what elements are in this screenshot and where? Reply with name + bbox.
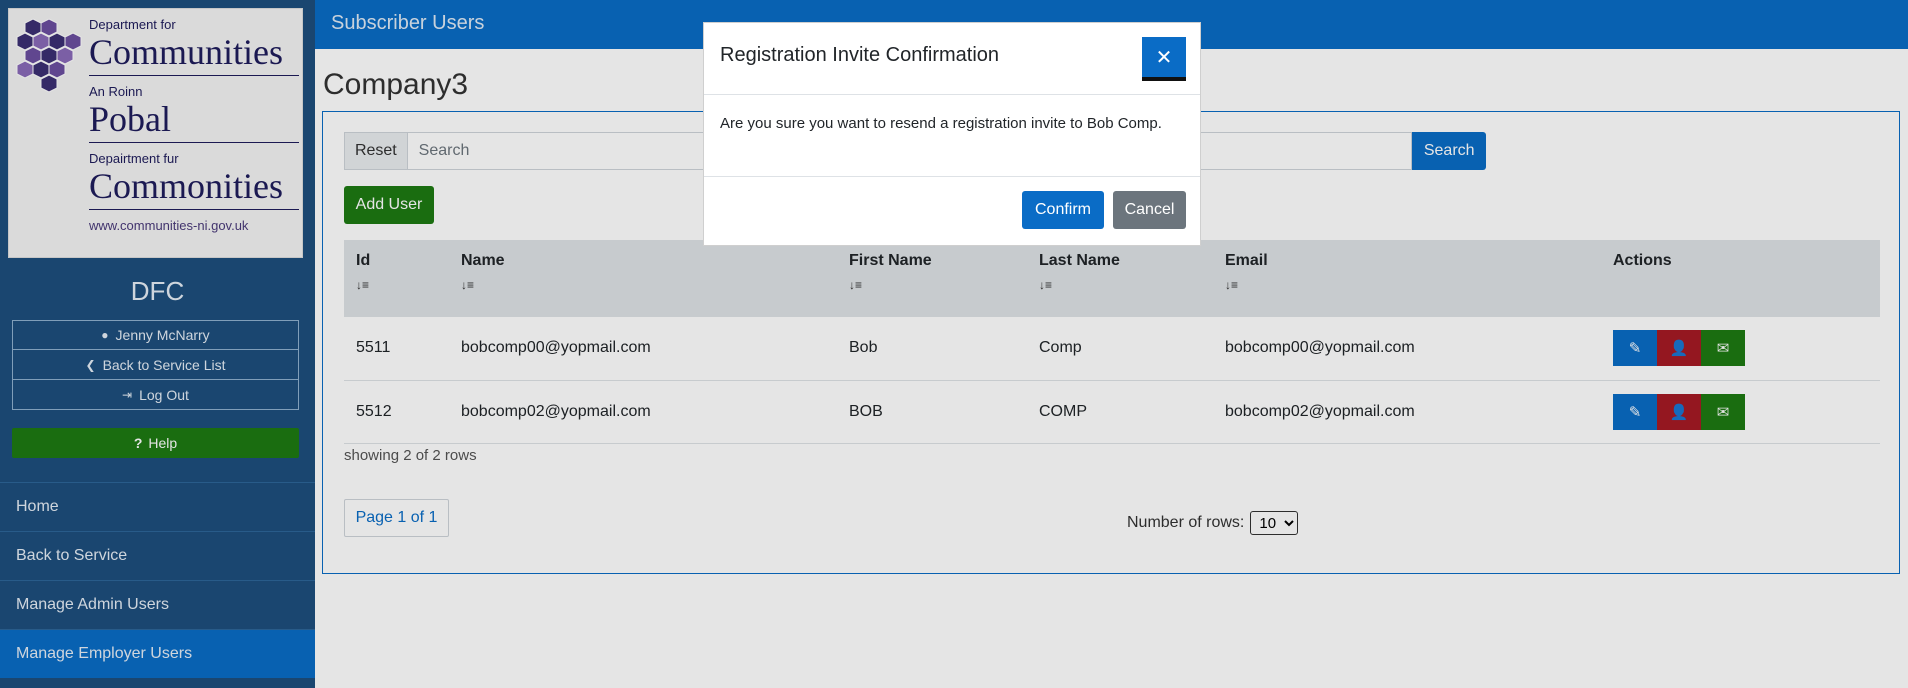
modal-close-button[interactable]: ✕ — [1142, 37, 1186, 81]
modal-footer: Confirm Cancel — [704, 177, 1200, 245]
modal-header: Registration Invite Confirmation ✕ — [704, 23, 1200, 95]
confirm-button[interactable]: Confirm — [1022, 191, 1104, 229]
modal-title: Registration Invite Confirmation — [720, 44, 1000, 66]
close-icon: ✕ — [1155, 46, 1173, 69]
modal-body: Are you sure you want to resend a regist… — [704, 95, 1200, 177]
cancel-button[interactable]: Cancel — [1113, 191, 1186, 229]
registration-invite-modal: Registration Invite Confirmation ✕ Are y… — [703, 22, 1201, 246]
